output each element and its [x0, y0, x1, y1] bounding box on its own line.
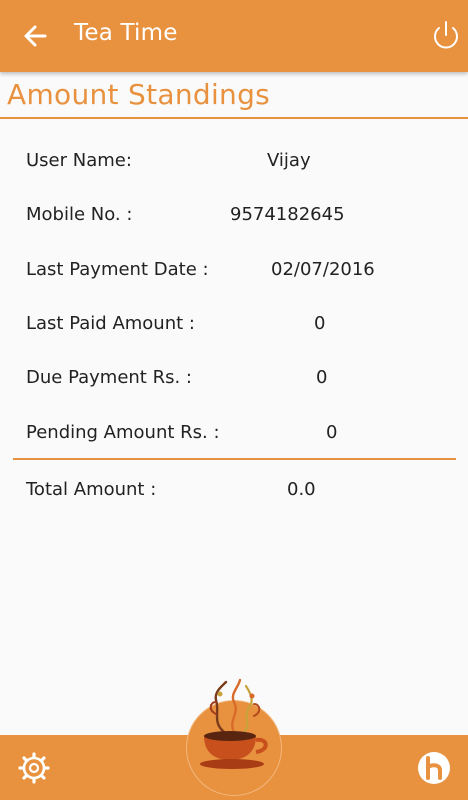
last-payment-date-value: 02/07/2016 [271, 259, 375, 280]
total-amount-label: Total Amount : [26, 479, 157, 500]
title-divider [0, 117, 468, 119]
mobile-label: Mobile No. : [26, 204, 133, 225]
pending-amount-row: Pending Amount Rs. : 0 [0, 419, 468, 449]
total-amount-value: 0.0 [287, 479, 316, 500]
total-amount-row: Total Amount : 0.0 [0, 476, 468, 506]
app-bar: Tea Time [0, 0, 468, 72]
user-name-label: User Name: [26, 150, 132, 171]
due-payment-row: Due Payment Rs. : 0 [0, 364, 468, 394]
page-title: Amount Standings [7, 78, 271, 111]
user-name-value: Vijay [267, 150, 311, 171]
last-paid-amount-value: 0 [314, 313, 326, 334]
back-button[interactable] [18, 18, 56, 54]
user-name-row: User Name: Vijay [0, 147, 468, 177]
due-payment-value: 0 [316, 367, 328, 388]
gear-icon [18, 752, 50, 784]
app-title: Tea Time [74, 20, 178, 46]
power-button[interactable] [428, 18, 464, 54]
h-logo-button[interactable] [416, 750, 452, 786]
power-icon [434, 21, 458, 49]
pending-amount-label: Pending Amount Rs. : [26, 422, 220, 443]
mobile-value: 9574182645 [230, 204, 345, 225]
last-payment-date-label: Last Payment Date : [26, 259, 209, 280]
arrow-left-icon [24, 25, 47, 47]
h-logo-icon [418, 752, 450, 784]
tea-home-button[interactable] [186, 700, 282, 796]
pending-amount-value: 0 [326, 422, 338, 443]
due-payment-label: Due Payment Rs. : [26, 367, 192, 388]
total-divider [13, 458, 456, 460]
last-payment-date-row: Last Payment Date : 02/07/2016 [0, 256, 468, 286]
mobile-row: Mobile No. : 9574182645 [0, 201, 468, 231]
last-paid-amount-row: Last Paid Amount : 0 [0, 310, 468, 340]
last-paid-amount-label: Last Paid Amount : [26, 313, 195, 334]
settings-button[interactable] [16, 750, 52, 786]
